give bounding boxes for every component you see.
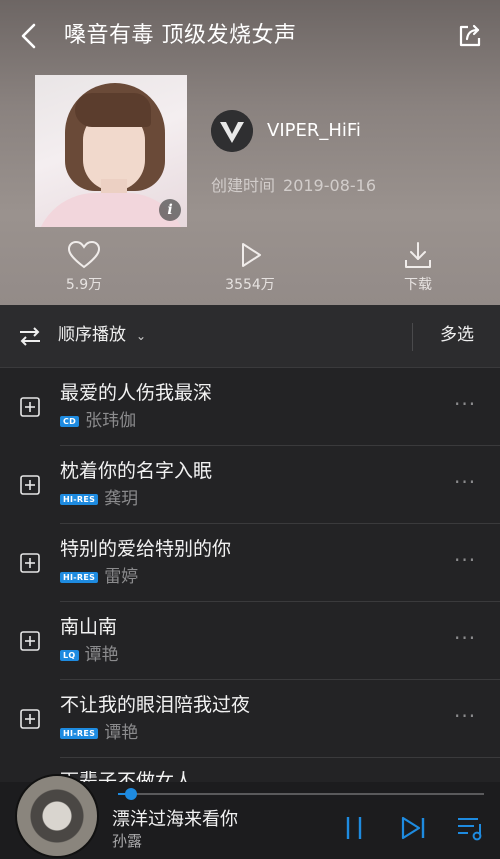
quality-badge: HI-RES xyxy=(60,571,99,583)
song-artist: 张玮伽 xyxy=(85,411,137,431)
list-item[interactable]: 特别的爱给特别的你 HI-RES 雷婷 ··· xyxy=(0,524,500,602)
mini-player[interactable]: 漂洋过海来看你 孙露 xyxy=(0,774,500,859)
add-icon[interactable] xyxy=(20,397,40,417)
song-title: 南山南 xyxy=(60,616,118,638)
song-list: 最爱的人伤我最深 CD 张玮伽 ··· 枕着你的名字入眠 HI-RES 龚玥 ···… xyxy=(0,368,500,788)
playlist-title: 嗓音有毒 顶级发烧女声 xyxy=(64,23,297,48)
quality-badge: HI-RES xyxy=(60,727,99,739)
divider xyxy=(412,323,413,351)
more-options-icon[interactable]: ··· xyxy=(454,394,476,414)
quality-badge: CD xyxy=(60,415,80,427)
multi-select-button[interactable]: 多选 xyxy=(440,322,474,348)
heart-icon xyxy=(67,240,101,269)
next-track-icon[interactable] xyxy=(400,814,426,842)
list-item[interactable]: 最爱的人伤我最深 CD 张玮伽 ··· xyxy=(0,368,500,446)
song-title: 不让我的眼泪陪我过夜 xyxy=(60,694,251,716)
creator-name[interactable]: VIPER_HiFi xyxy=(267,118,361,144)
list-item[interactable]: 不让我的眼泪陪我过夜 HI-RES 谭艳 ··· xyxy=(0,680,500,758)
playlist-header: 嗓音有毒 顶级发烧女声 i VIPER_HiFi 创建时间 2019-08-16 … xyxy=(0,0,500,305)
playlist-queue-icon[interactable] xyxy=(456,814,486,842)
chevron-down-icon[interactable]: ⌄ xyxy=(136,325,146,347)
back-arrow-icon[interactable] xyxy=(14,20,46,52)
download-label: 下载 xyxy=(404,277,432,293)
now-playing-title: 漂洋过海来看你 xyxy=(112,809,238,830)
sequential-play-icon[interactable] xyxy=(18,324,42,348)
created-label: 创建时间 xyxy=(211,176,276,195)
add-icon[interactable] xyxy=(20,553,40,573)
play-icon xyxy=(242,243,261,267)
play-count: 3554万 xyxy=(225,277,275,293)
add-icon[interactable] xyxy=(20,631,40,651)
info-icon[interactable]: i xyxy=(159,199,181,221)
album-disc[interactable] xyxy=(15,774,99,858)
add-icon[interactable] xyxy=(20,709,40,729)
pause-icon[interactable] xyxy=(342,814,366,842)
created-date: 2019-08-16 xyxy=(283,176,376,195)
more-options-icon[interactable]: ··· xyxy=(454,472,476,492)
more-options-icon[interactable]: ··· xyxy=(454,628,476,648)
share-icon[interactable] xyxy=(456,22,484,50)
download-icon xyxy=(405,242,431,268)
song-title: 枕着你的名字入眠 xyxy=(60,460,213,482)
progress-knob[interactable] xyxy=(125,788,138,800)
song-artist: 谭艳 xyxy=(84,645,119,665)
song-artist: 雷婷 xyxy=(104,567,139,587)
play-count-button[interactable]: 3554万 xyxy=(214,240,286,294)
more-options-icon[interactable]: ··· xyxy=(454,550,476,570)
more-options-icon[interactable]: ··· xyxy=(454,706,476,726)
add-icon[interactable] xyxy=(20,475,40,495)
like-count: 5.9万 xyxy=(65,277,103,293)
play-order-label[interactable]: 顺序播放 xyxy=(58,322,126,348)
list-item[interactable]: 枕着你的名字入眠 HI-RES 龚玥 ··· xyxy=(0,446,500,524)
creator-avatar[interactable] xyxy=(211,110,253,152)
song-title: 特别的爱给特别的你 xyxy=(60,538,232,560)
song-artist: 谭艳 xyxy=(104,723,139,743)
created-info: 创建时间 2019-08-16 xyxy=(211,175,376,197)
quality-badge: HI-RES xyxy=(60,493,99,505)
like-button[interactable]: 5.9万 xyxy=(48,240,120,294)
song-title: 最爱的人伤我最深 xyxy=(60,382,213,404)
download-button[interactable]: 下载 xyxy=(382,240,454,294)
quality-badge: LQ xyxy=(60,649,79,661)
progress-bar[interactable] xyxy=(118,788,484,800)
now-playing-artist: 孙露 xyxy=(112,832,143,850)
song-artist: 龚玥 xyxy=(104,489,139,509)
list-item[interactable]: 南山南 LQ 谭艳 ··· xyxy=(0,602,500,680)
playlist-toolbar: 顺序播放 ⌄ 多选 xyxy=(0,305,500,368)
playlist-cover-image[interactable]: i xyxy=(35,75,187,227)
